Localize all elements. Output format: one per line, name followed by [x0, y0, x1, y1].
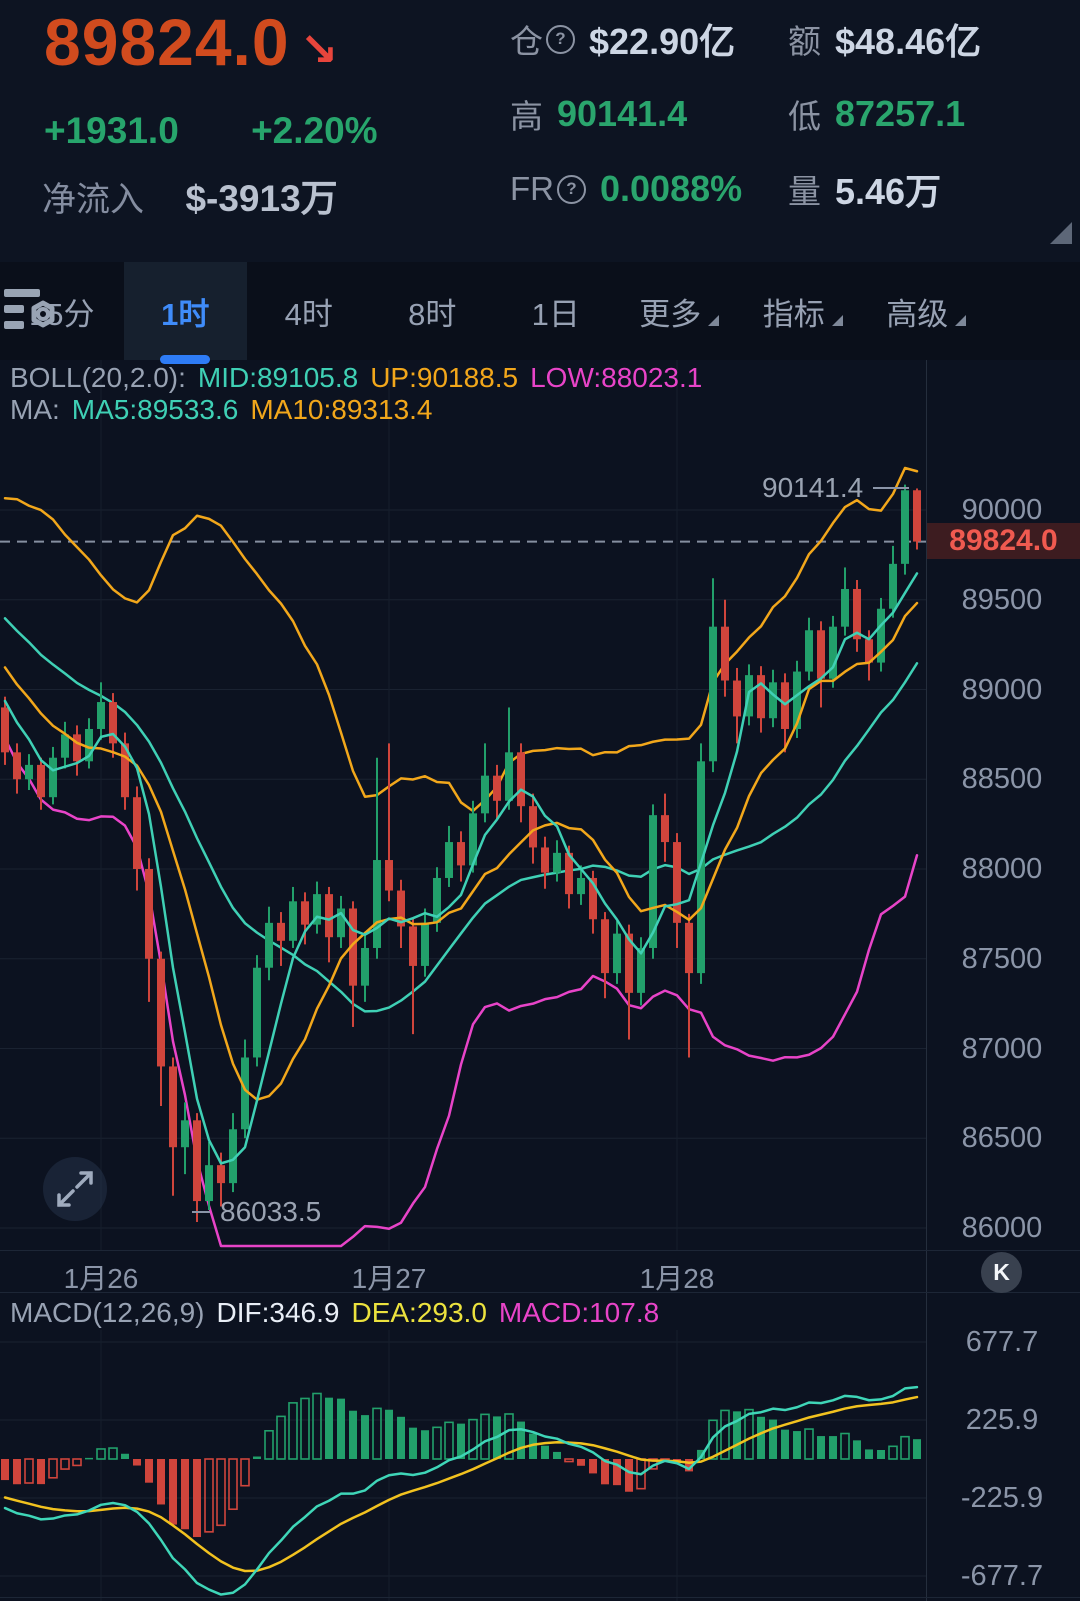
k-line-button[interactable]: K [981, 1252, 1022, 1293]
stat-row-高: 高 90141.4 [510, 89, 780, 139]
boll-up-value: UP:90188.5 [370, 362, 519, 393]
tab-label: 更多 [639, 296, 702, 332]
net-inflow-label: 净流入 [42, 181, 144, 219]
chart-settings-button[interactable] [4, 262, 1080, 360]
tab-indicators[interactable]: 指标 [741, 262, 865, 360]
macd-value: MACD:107.8 [498, 1297, 660, 1328]
price-change: +1931.0 [44, 110, 179, 151]
tab-more[interactable]: 更多 [618, 262, 742, 360]
stat-row-仓: 仓? $22.90亿 [510, 14, 780, 64]
low-annotation: 86033.5 [192, 1196, 321, 1228]
stat-label: FR? [510, 170, 586, 208]
y-axis-label: 86500 [961, 1122, 1043, 1155]
stat-label: 仓? [510, 15, 575, 63]
tab-8h[interactable]: 8时 [371, 262, 495, 360]
stat-value: 90141.4 [557, 93, 688, 134]
y-axis-label: 89500 [961, 583, 1043, 616]
macd-chart[interactable] [0, 1330, 1080, 1601]
trading-app-screen: 89824.0 ↘ +1931.0 +2.20% 净流入 $-3913万 仓? $2… [0, 0, 1080, 1601]
stat-value: $22.90亿 [589, 21, 736, 62]
chevron-down-icon [708, 314, 720, 326]
x-axis-date-label: 1月28 [639, 1263, 715, 1294]
stat-label: 量 [788, 173, 821, 210]
boll-legend: BOLL(20,2.0): MID:89105.8 UP:90188.5 LOW:88… [10, 362, 714, 394]
tab-1d[interactable]: 1日 [494, 262, 618, 360]
chart-bottom-divider [0, 1250, 1080, 1251]
stat-row-量: 量 5.46万 [788, 164, 1068, 214]
price-header: 89824.0 ↘ +1931.0 +2.20% 净流入 $-3913万 仓? $2… [0, 0, 1080, 262]
high-annotation-text: 90141.4 [762, 472, 864, 503]
stat-value: 5.46万 [835, 171, 942, 212]
tab-label: 高级 [886, 296, 949, 332]
dif-value: DIF:346.9 [216, 1297, 340, 1328]
stats-expand-triangle[interactable] [1050, 222, 1072, 244]
interval-tab-bar: 15分 1时 4时 8时 1日 更多 指标 高级 [0, 262, 1080, 364]
stat-row-FR: FR? 0.0088% [510, 164, 780, 214]
macd-axis-label: 677.7 [965, 1325, 1039, 1358]
stat-value: 87257.1 [835, 93, 966, 134]
stat-value: $48.46亿 [835, 21, 982, 62]
tab-1h[interactable]: 1时 [123, 262, 247, 364]
macd-legend: MACD(12,26,9) DIF:346.9 DEA:293.0 MACD:107.… [10, 1297, 671, 1329]
list-gear-icon [4, 289, 55, 329]
ma5-value: MA5:89533.6 [71, 394, 239, 425]
macd-axis-label: -225.9 [960, 1482, 1044, 1514]
stat-row-额: 额 $48.46亿 [788, 14, 1068, 64]
boll-mid-value: MID:89105.8 [197, 362, 359, 393]
x-axis-date-label: 1月27 [351, 1263, 427, 1294]
y-axis-label: 86000 [961, 1212, 1043, 1244]
ma10-value: MA10:89313.4 [250, 394, 433, 425]
last-price-axis-badge: 89824.0 [927, 523, 1080, 559]
boll-low-value: LOW:88023.1 [530, 362, 703, 393]
stats-column-right: 额 $48.46亿低 87257.1 量 5.46万 [788, 14, 1068, 239]
last-price-value: 89824.0 [44, 5, 290, 79]
tab-label: 指标 [762, 296, 825, 332]
tab-advanced[interactable]: 高级 [865, 262, 989, 360]
y-axis-label: 88000 [961, 853, 1043, 885]
net-inflow-row: 净流入 $-3913万 [42, 168, 338, 222]
macd-title: MACD(12,26,9) [10, 1297, 205, 1328]
dea-value: DEA:293.0 [351, 1297, 487, 1328]
macd-axis-label: 225.9 [965, 1403, 1039, 1436]
y-axis-label: 88500 [961, 763, 1043, 796]
tab-label: 8时 [408, 296, 457, 332]
ma-title: MA: [10, 394, 60, 425]
boll-title: BOLL(20,2.0): [10, 362, 186, 393]
screen-bottom-divider [0, 1597, 1080, 1598]
tab-label: 4时 [284, 296, 333, 332]
y-axis-label: 87000 [961, 1032, 1043, 1065]
price-change-pct: +2.20% [251, 110, 378, 151]
stat-row-低: 低 87257.1 [788, 89, 1068, 139]
low-annotation-text: 86033.5 [220, 1196, 322, 1227]
help-icon[interactable]: ? [546, 24, 575, 54]
tab-label: 1日 [531, 296, 580, 332]
stat-label: 额 [788, 23, 821, 60]
price-change-row: +1931.0 +2.20% [44, 110, 378, 152]
fullscreen-button[interactable] [43, 1157, 107, 1221]
y-axis-label: 89000 [961, 673, 1043, 706]
ma-legend: MA: MA5:89533.6 MA10:89313.4 [10, 394, 445, 426]
price-down-arrow-icon: ↘ [299, 23, 340, 75]
stat-label: 低 [788, 98, 821, 135]
macd-top-divider [0, 1292, 1080, 1293]
tab-4h[interactable]: 4时 [247, 262, 371, 360]
chevron-down-icon [831, 314, 843, 326]
net-inflow-value: $-3913万 [185, 178, 338, 219]
x-axis-date-label: 1月26 [63, 1263, 139, 1294]
tab-label: 1时 [161, 296, 210, 332]
y-axis-label: 90000 [961, 494, 1043, 526]
low-annotation-pointer [192, 1211, 210, 1213]
high-annotation: 90141.4 [762, 472, 910, 504]
stat-value: 0.0088% [600, 168, 743, 209]
high-annotation-pointer [873, 487, 910, 489]
help-icon[interactable]: ? [557, 174, 586, 204]
stat-label: 高 [510, 98, 543, 135]
y-axis-label: 87500 [961, 942, 1043, 975]
main-chart[interactable] [0, 360, 1080, 1251]
stats-column-left: 仓? $22.90亿高 90141.4 FR? 0.0088% [510, 14, 780, 239]
last-price: 89824.0 ↘ [44, 4, 339, 80]
macd-axis-label: -677.7 [960, 1560, 1044, 1593]
expand-arrows-icon [57, 1171, 93, 1207]
chevron-down-icon [955, 314, 967, 326]
